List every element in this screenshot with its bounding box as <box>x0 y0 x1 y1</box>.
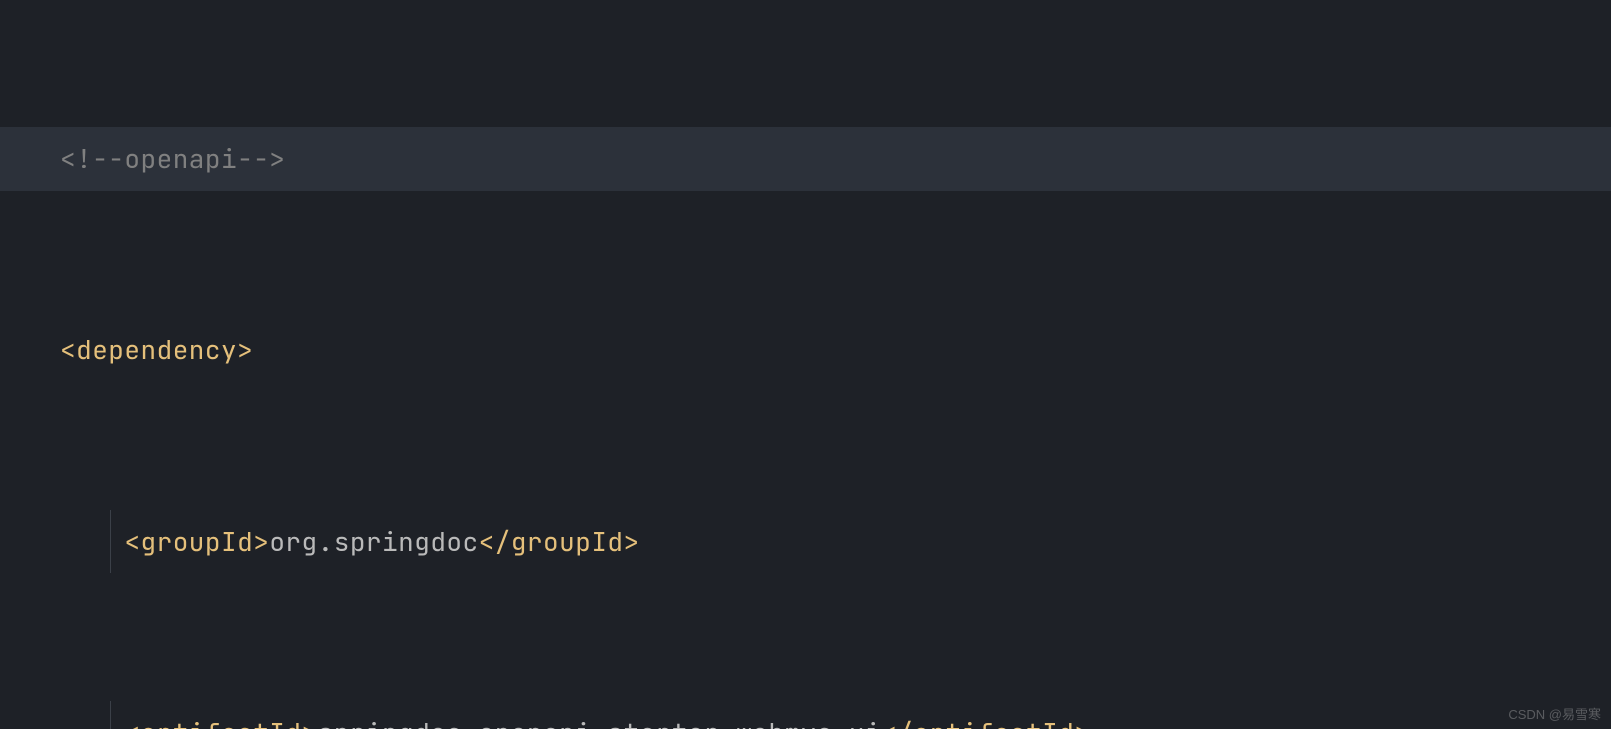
code-line: <dependency> <box>0 318 1611 382</box>
tag-artifactid-open: <artifactId> <box>124 715 317 729</box>
watermark: CSDN @易雪寒 <box>1508 704 1601 723</box>
xml-comment-text: openapi <box>124 141 237 176</box>
tag-artifactid-close: </artifactId> <box>881 715 1090 729</box>
code-line: <!--openapi--> <box>0 127 1611 191</box>
value-groupid: org.springdoc <box>269 524 478 559</box>
code-line: <groupId>org.springdoc</groupId> <box>0 510 1611 574</box>
code-editor: <!--openapi--> <dependency> <groupId>org… <box>0 0 1611 729</box>
xml-comment-end: --> <box>237 141 285 176</box>
xml-comment-start: <!-- <box>60 141 124 176</box>
code-line: <artifactId>springdoc-openapi-starter-we… <box>0 701 1611 729</box>
tag-groupid-open: <groupId> <box>124 524 269 559</box>
tag-dependency-open: <dependency> <box>60 332 253 367</box>
value-artifactid: springdoc-openapi-starter-webmvc-ui <box>318 715 882 729</box>
tag-groupid-close: </groupId> <box>479 524 640 559</box>
